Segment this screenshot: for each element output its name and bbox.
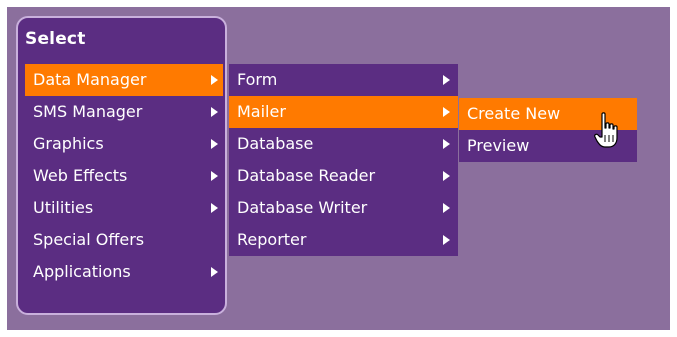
mailer-submenu: Create New Preview (459, 98, 637, 162)
menu-item-label: Applications (33, 262, 131, 281)
menu-item-label: Form (237, 70, 278, 89)
submenu-arrow-icon (443, 139, 450, 149)
menu-panel-title: Select (25, 29, 86, 49)
submenu-arrow-icon (443, 235, 450, 245)
menu-item-applications[interactable]: Applications (25, 256, 223, 288)
menu-item-sms-manager[interactable]: SMS Manager (25, 96, 223, 128)
menu-item-form[interactable]: Form (229, 64, 458, 96)
menu-item-label: Data Manager (33, 70, 147, 89)
menu-item-utilities[interactable]: Utilities (25, 192, 223, 224)
menu-item-label: Database Reader (237, 166, 376, 185)
menu-item-label: Preview (467, 136, 530, 155)
menu-item-special-offers[interactable]: Special Offers (25, 224, 223, 256)
menu-item-database-writer[interactable]: Database Writer (229, 192, 458, 224)
menu-item-preview[interactable]: Preview (459, 130, 637, 162)
menu-item-label: Utilities (33, 198, 94, 217)
menu-item-label: Database (237, 134, 314, 153)
menu-item-label: Reporter (237, 230, 307, 249)
submenu-arrow-icon (211, 267, 218, 277)
menu-item-label: Web Effects (33, 166, 128, 185)
data-manager-submenu: Form Mailer Database Database Reader Dat… (229, 64, 458, 256)
submenu-arrow-icon (211, 203, 218, 213)
menu-item-label: Special Offers (33, 230, 145, 249)
menu-item-database-reader[interactable]: Database Reader (229, 160, 458, 192)
submenu-arrow-icon (443, 107, 450, 117)
menu-item-label: Graphics (33, 134, 104, 153)
menu-item-reporter[interactable]: Reporter (229, 224, 458, 256)
submenu-arrow-icon (443, 171, 450, 181)
menu-item-label: Create New (467, 104, 561, 123)
submenu-arrow-icon (211, 107, 218, 117)
menu-item-mailer[interactable]: Mailer (229, 96, 458, 128)
submenu-arrow-icon (211, 139, 218, 149)
menu-item-label: SMS Manager (33, 102, 143, 121)
submenu-arrow-icon (211, 75, 218, 85)
menu-item-data-manager[interactable]: Data Manager (25, 64, 223, 96)
menu-item-create-new[interactable]: Create New (459, 98, 637, 130)
submenu-arrow-icon (211, 171, 218, 181)
menu-item-graphics[interactable]: Graphics (25, 128, 223, 160)
menu-item-label: Database Writer (237, 198, 368, 217)
menu-item-database[interactable]: Database (229, 128, 458, 160)
page-background: Select Data Manager SMS Manager Graphics… (7, 7, 670, 330)
main-menu: Data Manager SMS Manager Graphics Web Ef… (25, 64, 223, 288)
submenu-arrow-icon (443, 75, 450, 85)
submenu-arrow-icon (443, 203, 450, 213)
menu-item-web-effects[interactable]: Web Effects (25, 160, 223, 192)
menu-item-label: Mailer (237, 102, 286, 121)
